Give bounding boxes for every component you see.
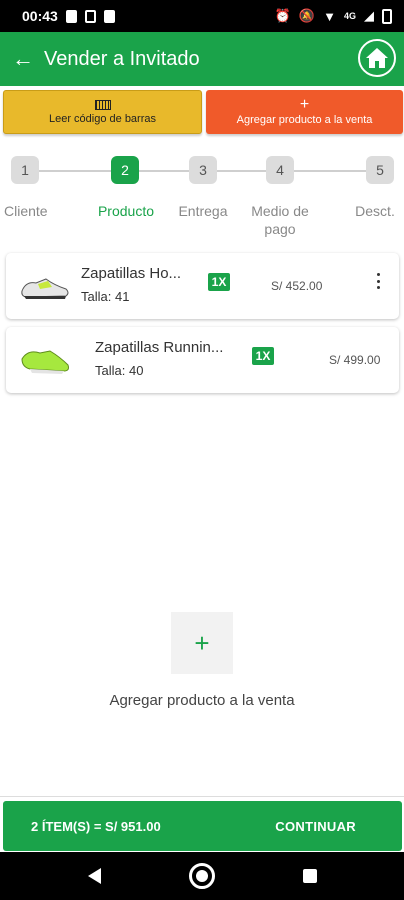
product-name: Zapatillas Ho...: [81, 265, 182, 282]
product-price: S/ 499.00: [329, 353, 381, 367]
quantity-badge: 1X: [252, 347, 274, 365]
system-nav-bar: [0, 852, 404, 900]
step-number: 4: [276, 162, 284, 178]
continue-button[interactable]: CONTINUAR: [275, 819, 356, 834]
step-4[interactable]: 4: [266, 156, 294, 184]
clock: 00:43: [22, 8, 58, 24]
add-product-tile[interactable]: +: [171, 612, 233, 674]
page-title: Vender a Invitado: [44, 47, 200, 70]
step-5[interactable]: 5: [366, 156, 394, 184]
vibrate-off-icon: 🔕: [298, 8, 316, 23]
alarm-icon: ⏰: [274, 8, 291, 23]
step-label-producto: Producto: [97, 203, 155, 219]
step-number: 1: [21, 162, 29, 178]
product-price: S/ 452.00: [271, 279, 323, 293]
product-card[interactable]: Zapatillas Runnin... Talla: 40 1X S/ 499…: [6, 327, 399, 393]
back-arrow-icon[interactable]: ←: [12, 46, 40, 72]
step-number: 2: [121, 162, 129, 178]
step-2[interactable]: 2: [111, 156, 139, 184]
shoe-image: [21, 350, 69, 374]
signal-icon: ◢: [364, 8, 374, 23]
step-label-medio-de-pago: Medio de pago: [251, 203, 309, 237]
plus-icon: +: [299, 96, 310, 113]
home-button[interactable]: [358, 39, 396, 77]
shoe-image: [21, 278, 69, 299]
add-product-label: Agregar producto a la venta: [236, 114, 373, 126]
app-bar: ← Vender a Invitado: [0, 32, 404, 86]
home-icon: [366, 48, 388, 68]
product-name: Zapatillas Runnin...: [95, 339, 224, 356]
nav-home-icon[interactable]: [188, 863, 215, 889]
plus-icon: +: [194, 627, 210, 658]
product-card[interactable]: Zapatillas Ho... Talla: 41 1X S/ 452.00: [6, 253, 399, 319]
step-1[interactable]: 1: [11, 156, 39, 184]
step-3[interactable]: 3: [189, 156, 217, 184]
divider: [0, 796, 404, 797]
step-label-descuento: Desct.: [355, 203, 395, 219]
nav-recents-icon[interactable]: [302, 869, 317, 883]
network-type: 4G: [343, 11, 356, 21]
stepper: 1 2 3 4 5 Cliente Producto Entrega Medio…: [0, 156, 404, 237]
order-total: 2 ÍTEM(S) = S/ 951.00: [31, 818, 161, 834]
step-label-entrega: Entrega: [178, 203, 228, 219]
scan-barcode-label: Leer código de barras: [48, 112, 156, 125]
action-row: Leer código de barras + Agregar producto…: [3, 90, 403, 134]
quantity-badge: 1X: [208, 273, 230, 291]
more-options-icon[interactable]: [375, 271, 381, 291]
add-product-caption: Agregar producto a la venta: [109, 692, 295, 709]
notification-icon: [84, 9, 96, 23]
product-size: Talla: 41: [81, 289, 130, 304]
notification-icon: [65, 9, 77, 23]
add-product-button[interactable]: + Agregar producto a la venta: [206, 90, 403, 134]
step-number: 3: [199, 162, 207, 178]
step-label-cliente: Cliente: [4, 203, 48, 219]
barcode-icon: [94, 99, 111, 110]
scan-barcode-button[interactable]: Leer código de barras: [3, 90, 202, 134]
battery-icon: [382, 8, 392, 24]
notification-icon: [103, 9, 115, 23]
product-size: Talla: 40: [95, 363, 144, 378]
status-bar: 00:43 ⏰ 🔕 ▼ 4G ◢: [0, 0, 404, 32]
nav-back-icon[interactable]: [87, 868, 101, 884]
step-number: 5: [376, 162, 384, 178]
wifi-icon: ▼: [323, 8, 336, 24]
checkout-bar: 2 ÍTEM(S) = S/ 951.00 CONTINUAR: [3, 801, 402, 851]
